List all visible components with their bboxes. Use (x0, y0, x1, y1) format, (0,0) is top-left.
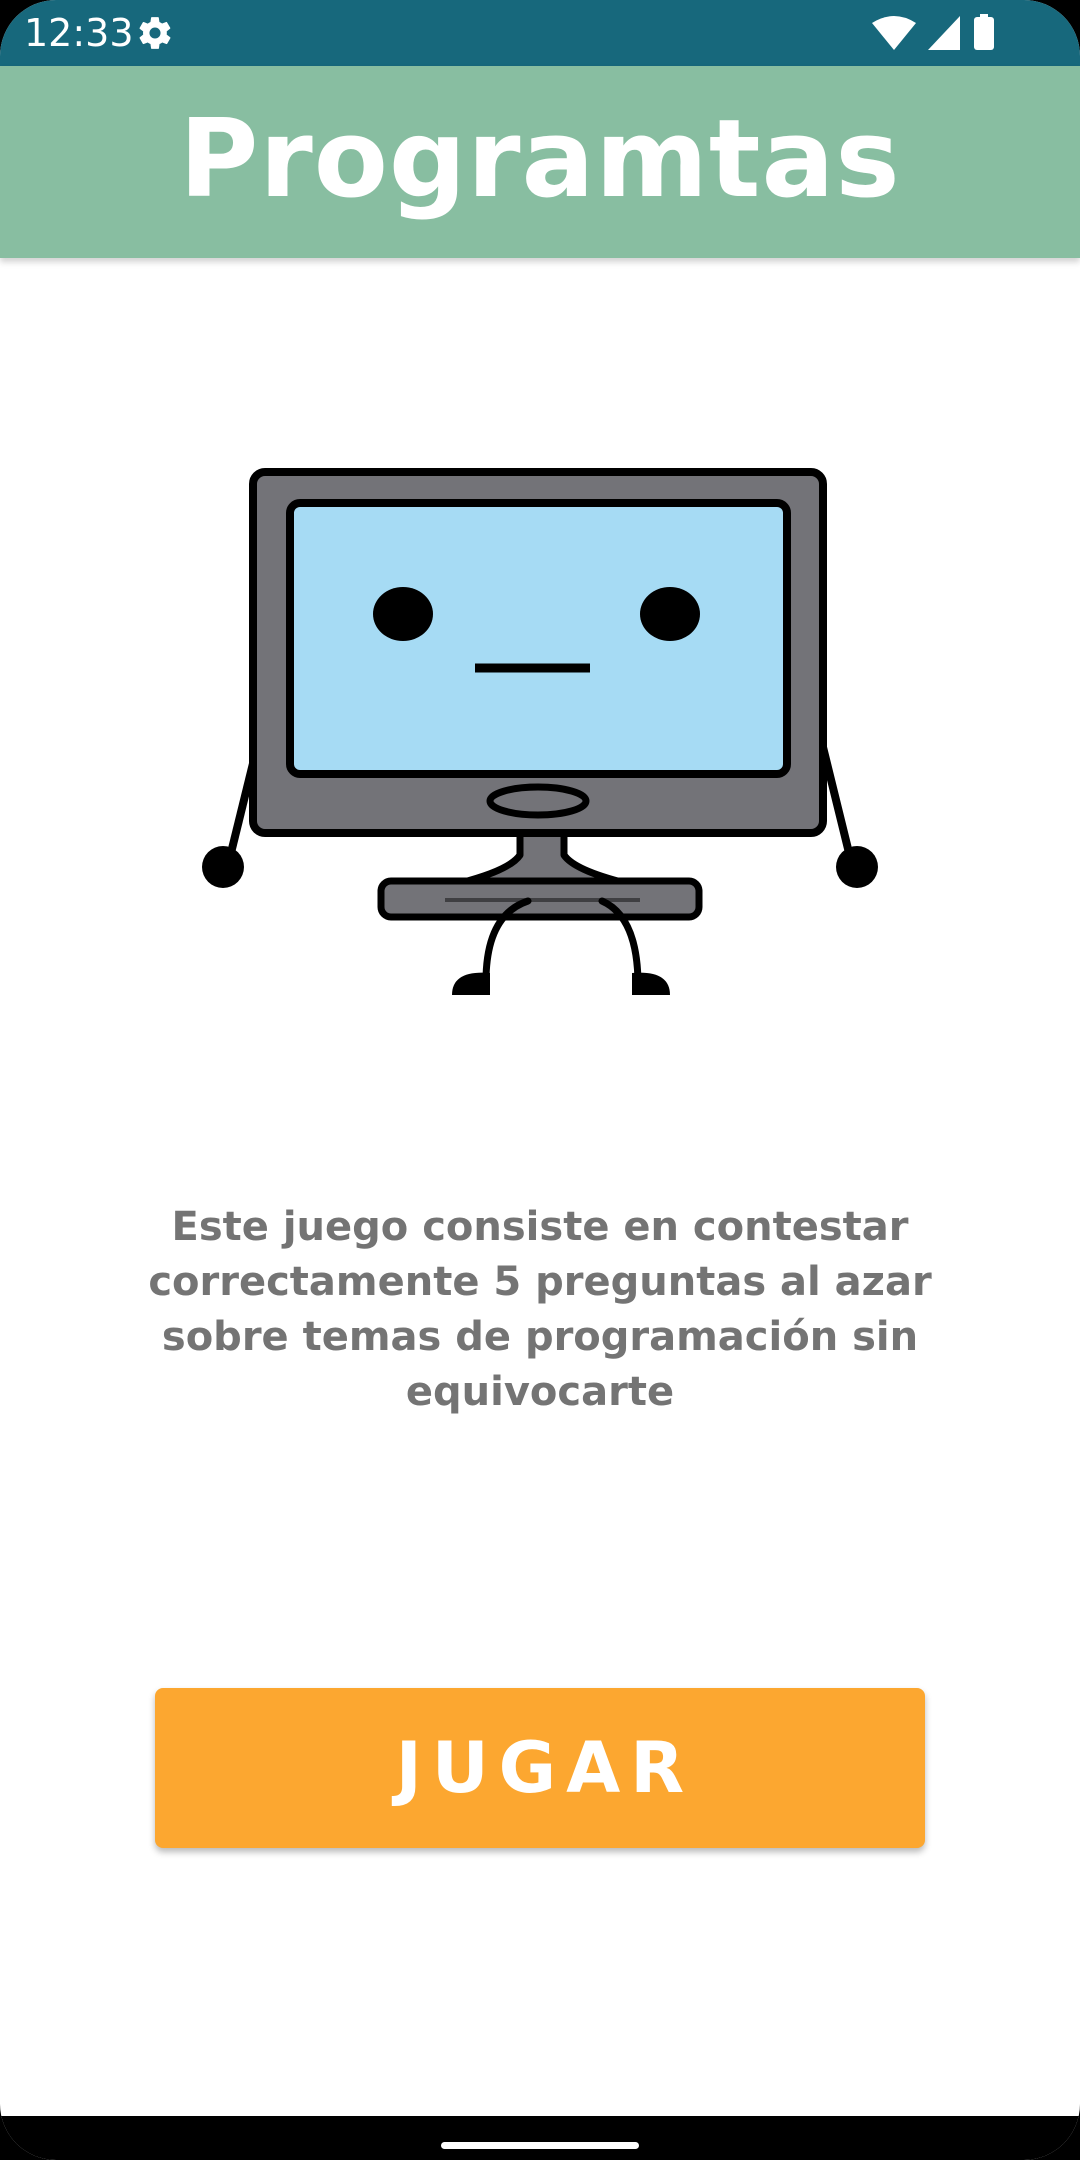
status-bar: 12:33 (0, 0, 1080, 66)
gear-icon (139, 17, 171, 49)
status-time: 12:33 (24, 11, 134, 55)
battery-icon (974, 14, 994, 50)
wifi-icon (872, 16, 916, 50)
monitor-stand (377, 829, 703, 921)
app-title: Programtas (179, 96, 901, 222)
app-screen: 12:33 Programtas Este juego consiste en … (0, 0, 1080, 2160)
monitor-body (249, 468, 827, 837)
home-handle[interactable] (441, 2142, 639, 2149)
navigation-bar (0, 2116, 1080, 2160)
app-bar: Programtas (0, 66, 1080, 258)
signal-icon (928, 16, 960, 50)
game-description: Este juego consiste en contestar correct… (148, 1204, 932, 1415)
computer-character-icon (202, 468, 878, 995)
play-button[interactable]: JUGAR (155, 1688, 925, 1848)
play-button-label: JUGAR (395, 1727, 695, 1809)
status-icons (872, 14, 994, 50)
arm-right (816, 731, 878, 888)
